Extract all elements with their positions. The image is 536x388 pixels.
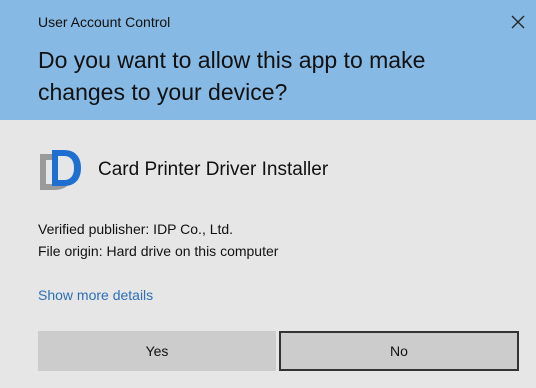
close-button[interactable] xyxy=(506,10,530,34)
publisher-text: Verified publisher: IDP Co., Ltd. xyxy=(38,221,234,237)
uac-dialog: User Account Control Do you want to allo… xyxy=(0,0,536,388)
close-icon xyxy=(511,15,525,29)
app-logo-icon xyxy=(40,150,81,190)
app-details: Verified publisher: IDP Co., Ltd. File o… xyxy=(38,218,278,262)
app-info: Card Printer Driver Installer xyxy=(38,146,328,194)
dialog-header: User Account Control Do you want to allo… xyxy=(0,0,536,120)
prompt-question: Do you want to allow this app to make ch… xyxy=(38,47,426,105)
origin-text: File origin: Hard drive on this computer xyxy=(38,243,279,259)
app-name: Card Printer Driver Installer xyxy=(98,159,329,180)
no-button[interactable]: No xyxy=(279,331,519,371)
show-more-details-link[interactable]: Show more details xyxy=(38,287,153,303)
window-title: User Account Control xyxy=(38,14,171,30)
yes-button[interactable]: Yes xyxy=(38,331,276,371)
